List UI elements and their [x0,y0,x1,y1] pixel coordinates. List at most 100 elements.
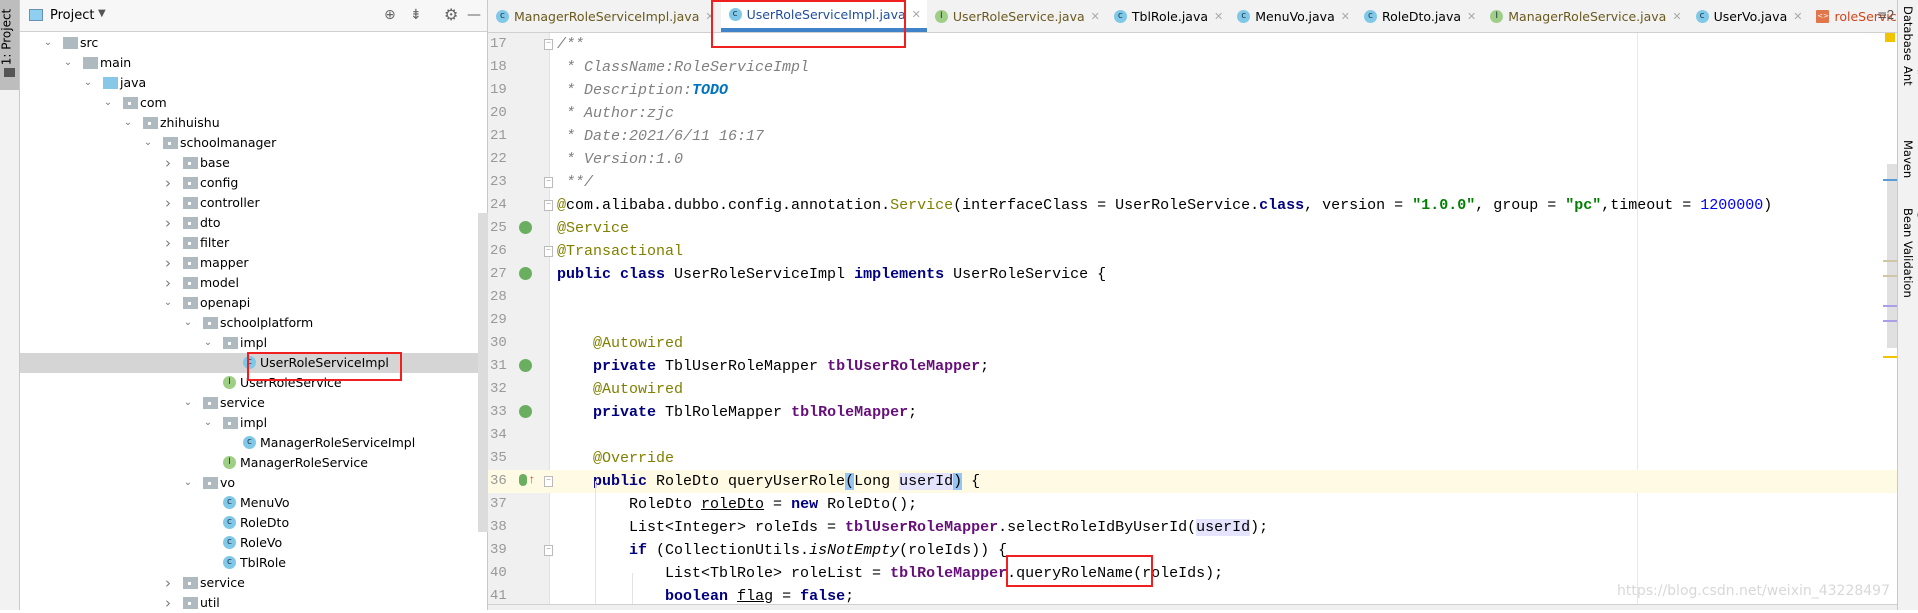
ant-tool-tab[interactable]: ✱ Ant [1901,66,1918,86]
spring-bean-icon[interactable] [519,405,532,418]
tree-item-src[interactable]: ⌄ src [20,33,478,53]
editor-tab[interactable]: c UserVo.java ✕ [1688,0,1809,32]
code-line[interactable]: 38 List<Integer> roleIds = tblUserRoleMa… [488,516,1897,539]
line-number[interactable]: 26 [490,240,514,263]
line-number[interactable]: 30 [490,332,514,355]
project-tool-tab[interactable]: 1: Project [0,0,19,90]
tree-item-base[interactable]: › base [20,153,478,173]
locate-icon[interactable]: ⊕ [384,7,396,23]
line-number[interactable]: 18 [490,56,514,79]
close-tab-icon[interactable]: ✕ [1214,10,1223,23]
line-number[interactable]: 17 [490,33,514,56]
chevron-right-icon[interactable]: › [162,213,174,233]
spring-bean-icon[interactable] [519,221,532,234]
tree-item-roledto[interactable]: c RoleDto [20,513,478,533]
chevron-down-icon[interactable]: ⌄ [182,313,194,333]
chevron-down-icon[interactable]: ⌄ [182,393,194,413]
line-number[interactable]: 20 [490,102,514,125]
code-line[interactable]: 21 * Date:2021/6/11 16:17 [488,125,1897,148]
chevron-down-icon[interactable]: ⌄ [42,33,54,53]
tree-item-zhihuishu[interactable]: ⌄ zhihuishu [20,113,478,133]
fold-marker-icon[interactable]: − [544,39,553,50]
line-number[interactable]: 21 [490,125,514,148]
line-number[interactable]: 19 [490,79,514,102]
bean-validation-tool-tab[interactable]: ● Bean Validation [1901,208,1918,298]
code-line[interactable]: 32 @Autowired [488,378,1897,401]
code-line[interactable]: 29 [488,309,1897,332]
tree-item-model[interactable]: › model [20,273,478,293]
editor-tab[interactable]: c UserRoleServiceImpl.java ✕ [720,0,927,32]
line-number[interactable]: 39 [490,539,514,562]
minimize-icon[interactable]: — [467,7,481,23]
code-line[interactable]: 36 − public RoleDto queryUserRole(Long us… [488,469,1897,493]
tree-item-controller[interactable]: › controller [20,193,478,213]
tree-item-openapi[interactable]: ⌄ openapi [20,293,478,313]
line-number[interactable]: 31 [490,355,514,378]
close-tab-icon[interactable]: ✕ [1091,10,1100,23]
fold-marker-icon[interactable]: − [544,177,553,188]
tree-item-filter[interactable]: › filter [20,233,478,253]
line-number[interactable]: 40 [490,562,514,585]
scroll-marker[interactable] [1883,320,1897,322]
editor-tab[interactable]: I UserRoleService.java ✕ [927,0,1106,32]
close-tab-icon[interactable]: ✕ [1793,10,1802,23]
line-number[interactable]: 33 [490,401,514,424]
close-tab-icon[interactable]: ✕ [705,10,714,23]
editor-tab[interactable]: c ManagerRoleServiceImpl.java ✕ [488,0,721,32]
tree-item-dto[interactable]: › dto [20,213,478,233]
tree-item-service[interactable]: ⌄ service [20,393,478,413]
editor-tab[interactable]: c RoleDto.java ✕ [1356,0,1482,32]
tree-item-schoolmanager[interactable]: ⌄ schoolmanager [20,133,478,153]
code-line[interactable]: 34 [488,424,1897,447]
scroll-marker[interactable] [1883,305,1897,307]
chevron-down-icon[interactable]: ⌄ [202,333,214,353]
tree-item-impl[interactable]: ⌄ impl [20,333,478,353]
editor-tab[interactable]: c TblRole.java ✕ [1106,0,1229,32]
spring-bean-icon[interactable] [519,359,532,372]
code-line[interactable]: 19 * Description:TODO [488,79,1897,102]
project-tree-scrollbar[interactable] [478,213,488,532]
tree-item-impl[interactable]: ⌄ impl [20,413,478,433]
chevron-down-icon[interactable]: ⌄ [202,413,214,433]
inspection-status-icon[interactable] [1885,33,1895,42]
tree-item-util[interactable]: › util [20,593,478,613]
close-tab-icon[interactable]: ✕ [1467,10,1476,23]
code-line[interactable]: 39 − if (CollectionUtils.isNotEmpty(roleI… [488,539,1897,562]
chevron-down-icon[interactable]: ⌄ [62,53,74,73]
fold-marker-icon[interactable]: − [544,476,553,487]
chevron-down-icon[interactable]: ▼ [98,8,106,19]
tree-item-vo[interactable]: ⌄ vo [20,473,478,493]
code-line[interactable]: 20 * Author:zjc [488,102,1897,125]
code-line[interactable]: 22 * Version:1.0 [488,148,1897,171]
scroll-marker[interactable] [1883,260,1897,262]
tree-item-schoolplatform[interactable]: ⌄ schoolplatform [20,313,478,333]
line-number[interactable]: 25 [490,217,514,240]
fold-marker-icon[interactable]: − [544,200,553,211]
tree-item-rolevo[interactable]: c RoleVo [20,533,478,553]
chevron-down-icon[interactable]: ⌄ [82,73,94,93]
close-tab-icon[interactable]: ✕ [1672,10,1681,23]
code-line[interactable]: 30 @Autowired [488,332,1897,355]
code-line[interactable]: 33 private TblRoleMapper tblRoleMapper; [488,401,1897,424]
scroll-marker[interactable] [1883,275,1897,277]
code-line[interactable]: 25 @Service [488,217,1897,240]
gear-icon[interactable]: ⚙ [444,5,458,24]
line-number[interactable]: 41 [490,585,514,604]
tree-item-menuvo[interactable]: c MenuVo [20,493,478,513]
editor-tab[interactable]: c MenuVo.java ✕ [1229,0,1356,32]
chevron-right-icon[interactable]: › [162,593,174,613]
chevron-right-icon[interactable]: › [162,253,174,273]
line-number[interactable]: 36 [490,470,514,493]
fold-marker-icon[interactable]: − [544,545,553,556]
code-line[interactable]: 17 −/** [488,33,1897,56]
spring-bean-icon[interactable] [519,267,532,280]
chevron-right-icon[interactable]: › [162,153,174,173]
fold-marker-icon[interactable]: − [544,246,553,257]
close-tab-icon[interactable]: ✕ [1341,10,1350,23]
code-line[interactable]: 18 * ClassName:RoleServiceImpl [488,56,1897,79]
code-line[interactable]: 28 [488,286,1897,309]
tree-item-java[interactable]: ⌄ java [20,73,478,93]
line-number[interactable]: 29 [490,309,514,332]
code-line[interactable]: 24 − @com.alibaba.dubbo.config.annotation.… [488,194,1897,217]
code-line[interactable]: 40 List<TblRole> roleList = tblRoleMappe… [488,562,1897,585]
